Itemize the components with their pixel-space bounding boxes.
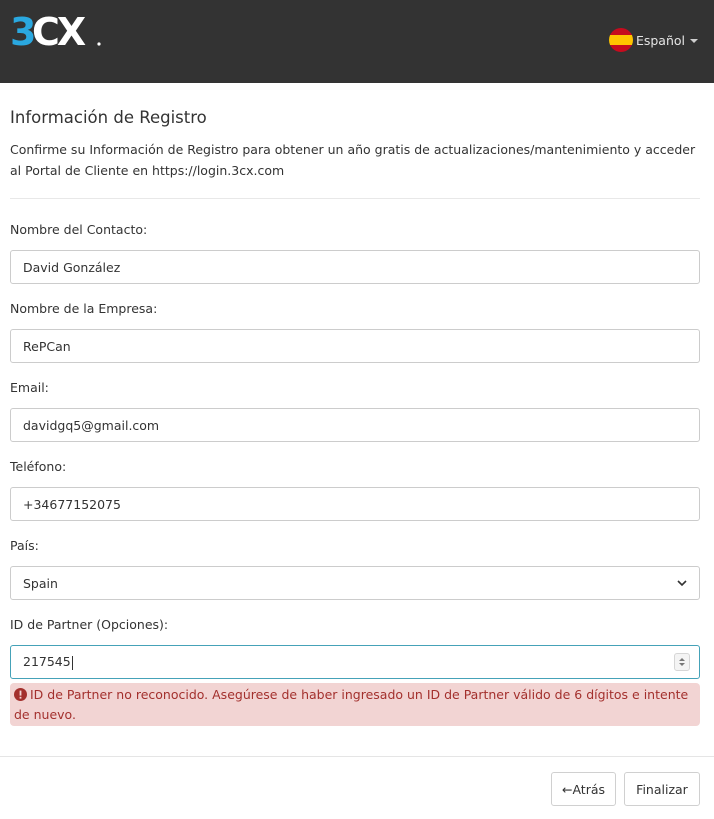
email-input[interactable]: davidgq5@gmail.com (10, 408, 700, 442)
company-value: RePCan (23, 338, 71, 354)
svg-text:CX: CX (32, 12, 86, 48)
spain-flag-icon (608, 28, 633, 52)
email-value: davidgq5@gmail.com (23, 417, 160, 433)
number-spinner[interactable] (674, 653, 690, 671)
footer-divider (0, 756, 714, 757)
phone-input[interactable]: +34677152075 (10, 487, 700, 521)
caret-down-icon (690, 39, 698, 43)
email-label: Email: (10, 380, 49, 395)
page-title: Información de Registro (10, 108, 207, 127)
text-cursor (71, 655, 73, 670)
3cx-logo: 3 CX (10, 12, 101, 48)
phone-value: +34677152075 (23, 496, 121, 512)
company-input[interactable]: RePCan (10, 329, 700, 363)
finish-button[interactable]: Finalizar (624, 772, 700, 806)
contact-name-input[interactable]: David González (10, 250, 700, 284)
partner-id-label: ID de Partner (Opciones): (10, 617, 169, 632)
back-button[interactable]: ←Atrás (551, 772, 616, 806)
spinner-up-icon (679, 658, 685, 661)
company-label: Nombre de la Empresa: (10, 301, 158, 316)
contact-name-value: David González (23, 259, 121, 275)
country-value: Spain (23, 575, 58, 591)
language-selector[interactable]: Español (608, 28, 698, 52)
country-select[interactable]: Spain (10, 566, 700, 600)
contact-name-label: Nombre del Contacto: (10, 222, 148, 237)
page-description: Confirme su Información de Registro para… (10, 142, 696, 178)
partner-id-value: 217545 (23, 654, 71, 670)
error-message: ID de Partner no reconocido. Asegúrese d… (14, 687, 689, 722)
phone-label: Teléfono: (10, 459, 67, 474)
language-label: Español (635, 32, 685, 48)
partner-id-input[interactable]: 217545 (10, 645, 700, 679)
error-alert: ID de Partner no reconocido. Asegúrese d… (10, 683, 700, 726)
divider (10, 198, 700, 199)
top-header: 3 CX Español (0, 0, 714, 83)
exclamation-circle-icon (14, 688, 27, 701)
country-label: País: (10, 538, 39, 553)
svg-text:3: 3 (10, 12, 34, 48)
spinner-down-icon (679, 663, 685, 666)
chevron-down-icon (677, 580, 687, 587)
